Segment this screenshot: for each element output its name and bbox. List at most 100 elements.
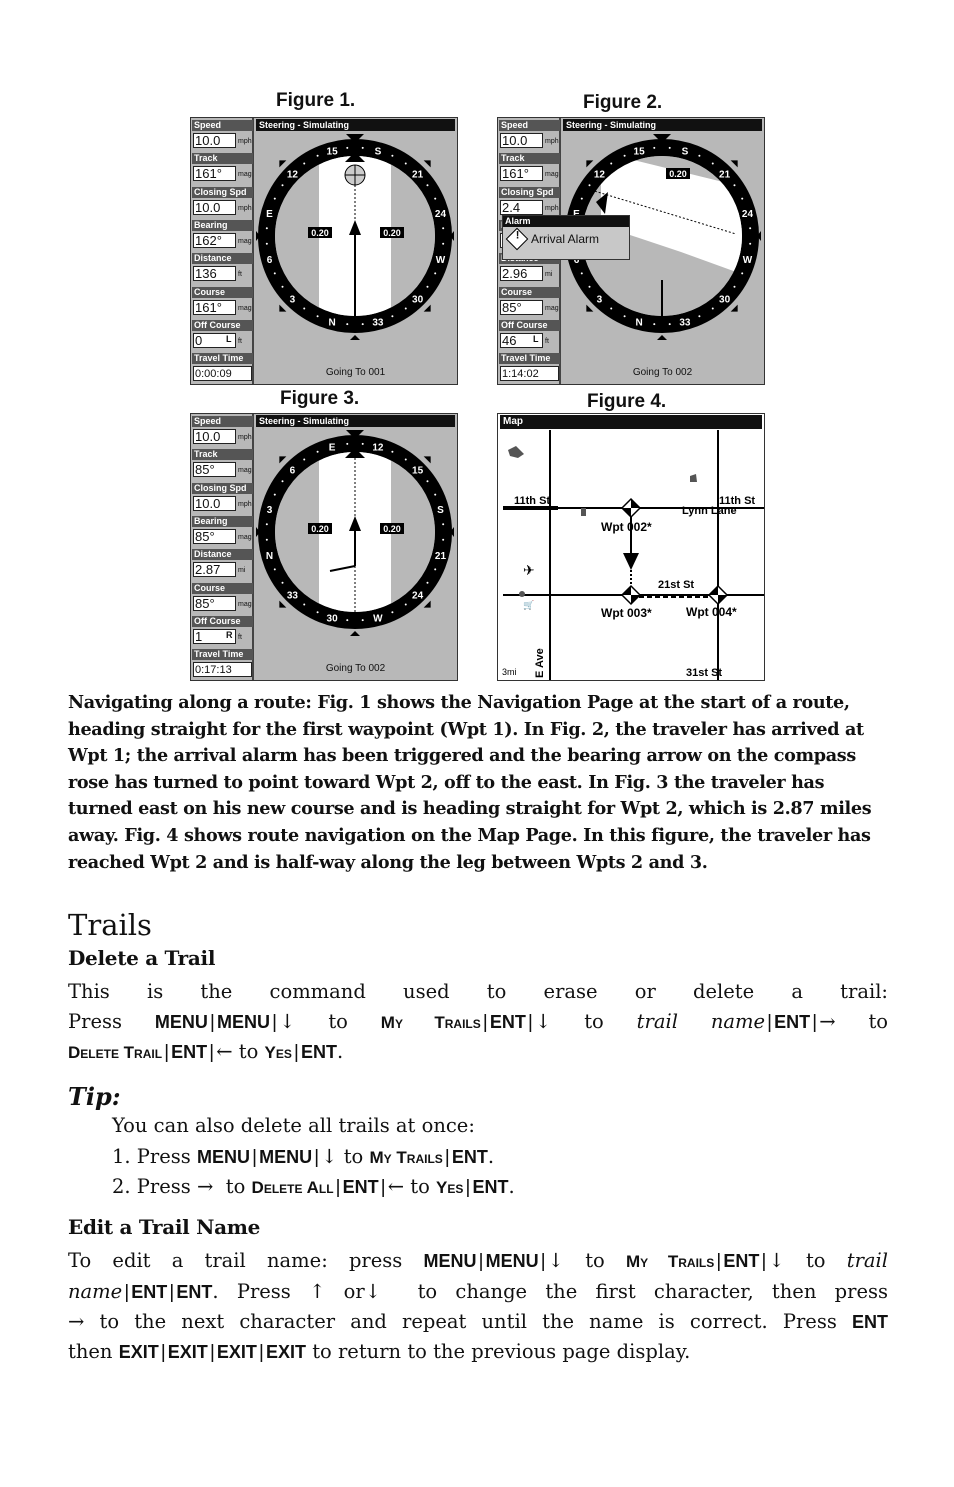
compass-tick (442, 242, 445, 245)
data-field-speed: Speed 10.0 mph (192, 120, 253, 153)
map-scale: 3mi (502, 667, 517, 677)
compass-tick (281, 480, 284, 483)
data-field-course: Course 85° mag (192, 582, 253, 616)
heading-delete-trail: Delete a Trail (68, 946, 216, 970)
corner-marker-icon (423, 600, 431, 608)
data-field-closing-spd: Closing Spd 10.0 mph (192, 482, 253, 516)
compass-tick (426, 184, 429, 187)
key-menu: MENU (216, 1012, 270, 1032)
label-lynn-lane: Lynn Lane (682, 505, 737, 517)
field-unit: mag (238, 304, 252, 312)
poi-dot-icon (519, 591, 525, 597)
off-course-side: L (226, 333, 232, 344)
menu-delete-trail: Delete Trail (68, 1043, 163, 1062)
field-unit: mph (238, 434, 252, 441)
field-label: Travel Time (192, 353, 253, 365)
compass-tick (316, 450, 319, 453)
field-label: Speed (499, 120, 560, 131)
left-arrow-icon: ← (387, 1175, 405, 1198)
delete-trail-intro: This is the command used to erase or del… (68, 980, 888, 1003)
compass-tick (610, 307, 613, 310)
field-value: 85° (193, 462, 236, 478)
field-unit: mph (238, 500, 252, 508)
compass-label: W (373, 613, 383, 624)
current-position-arrow-icon (623, 553, 639, 570)
right-arrow-icon: → (197, 1175, 214, 1198)
field-label: Closing Spd (499, 186, 560, 198)
compass-rose: E 12 15 S 21 24 W 30 33 N 3 6 0.20 0.20 (256, 430, 454, 636)
compass-label: 15 (634, 147, 646, 158)
compass-tick (749, 227, 752, 230)
compass-tick (273, 197, 276, 200)
compass-tick (361, 146, 364, 149)
compass-label: N (635, 317, 642, 328)
going-to-label: Going To 001 (325, 367, 386, 378)
label-21st-st: 21st St (658, 579, 694, 591)
lane-width-label: 0.20 (311, 228, 329, 238)
compass-tick (588, 285, 591, 288)
corner-marker-icon (586, 160, 594, 168)
compass-tick (749, 242, 752, 245)
compass-tick (580, 197, 583, 200)
figure-1-navigation-screen: Speed 10.0 mph Track 161° mag Closing Spd 10.0 m… (190, 117, 458, 385)
arrival-alarm-popup[interactable]: Alarm! Arrival Alarm (502, 215, 630, 260)
compass-tick (434, 197, 437, 200)
field-unit: mag (238, 237, 252, 245)
key-ent: ENT (489, 1012, 526, 1032)
compass-tick (303, 307, 306, 310)
data-field-travel-time: Travel Time 0:00:09 (192, 353, 253, 386)
tip-intro: You can also delete all trails at once: (112, 1114, 475, 1137)
field-label: Course (192, 286, 253, 298)
compass-label: N (266, 551, 273, 562)
delete-trail-steps-line2: Delete Trail | ENT | ← to Yes | ENT. (68, 1040, 344, 1063)
compass-tick (265, 523, 268, 526)
field-value: 10.0 (193, 199, 236, 215)
compass-tick (303, 603, 306, 606)
figure-3-navigation-screen: Speed 10.0 mph Track 85° mag Closing Spd 10.0 mp… (190, 413, 458, 681)
data-field-travel-time: Travel Time 1:14:02 (499, 353, 560, 386)
label-e-ave: E Ave (534, 648, 546, 678)
going-to-label: Going To 002 (632, 367, 693, 378)
menu-delete-all: Delete All (251, 1178, 334, 1197)
tip-label: Tip: (68, 1082, 121, 1111)
down-arrow-icon: ↓ (768, 1249, 785, 1272)
field-value: 1:14:02 (500, 366, 559, 382)
down-arrow-icon: ↓ (364, 1280, 382, 1303)
data-field-distance: Distance 136 ft (192, 253, 253, 286)
heading-edit-trail-name: Edit a Trail Name (68, 1215, 261, 1239)
compass-tick (426, 285, 429, 288)
compass-tick (361, 619, 364, 622)
section-title-trails: Trails (68, 908, 152, 942)
compass-tick (391, 450, 394, 453)
lane-width-label: 0.20 (383, 228, 401, 238)
shopping-cart-icon: 🛒 (523, 599, 534, 610)
field-unit: mag (545, 304, 559, 312)
down-arrow-icon: ↓ (534, 1010, 552, 1033)
menu-my-trails: My Trails (380, 1013, 481, 1032)
waypoint-003-icon (620, 584, 642, 606)
field-label: Bearing (192, 515, 253, 527)
field-value: 85° (193, 595, 236, 611)
figure-2-navigation-screen: Speed 10.0 mph Track 161° mag Closing Spd 2.4 mp… (497, 117, 765, 385)
compass-label: 21 (435, 551, 447, 562)
compass-label: W (743, 255, 753, 266)
compass-tick (426, 480, 429, 483)
compass-tick (273, 272, 276, 275)
compass-label: 30 (412, 295, 424, 306)
corner-marker-icon (423, 304, 431, 312)
corner-marker-icon (279, 304, 287, 312)
field-label: Track (499, 153, 560, 165)
compass-label: 21 (719, 169, 731, 180)
edit-trail-line4: then EXIT | EXIT | EXIT | EXIT to return to th… (68, 1340, 691, 1363)
airport-icon: ✈ (523, 562, 535, 578)
compass-label: W (436, 255, 446, 266)
field-label: Travel Time (499, 353, 560, 365)
key-ent: ENT (774, 1012, 811, 1032)
compass-label: 33 (287, 591, 299, 602)
field-label: Distance (192, 549, 253, 561)
screen-title-bar: Steering - Simulating (256, 415, 455, 427)
compass-tick (404, 603, 407, 606)
compass-tick (434, 493, 437, 496)
marker-bottom-icon (657, 335, 667, 340)
tip-step-1: 1. Press MENU | MENU | ↓ to My Trails | ENT. (112, 1145, 495, 1168)
